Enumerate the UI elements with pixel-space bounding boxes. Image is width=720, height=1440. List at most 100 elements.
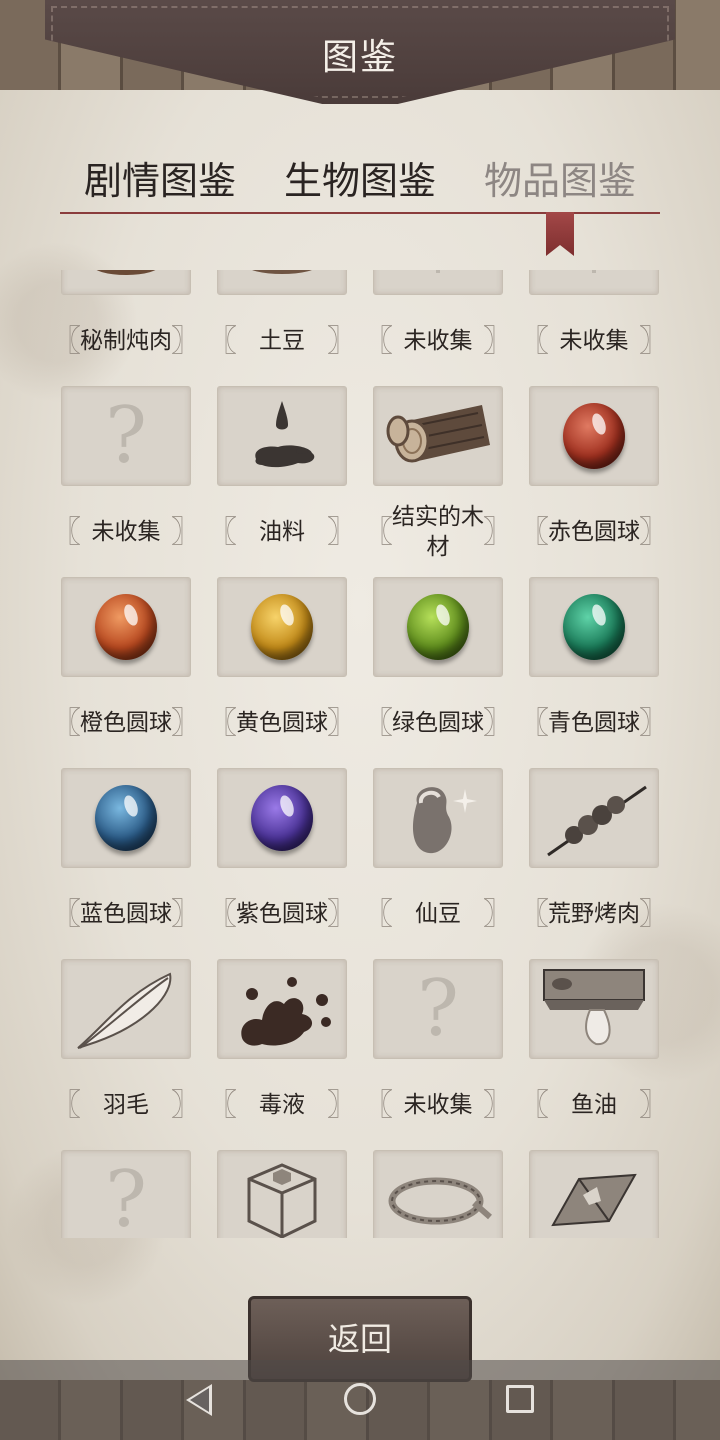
item-label: 荒野烤肉	[519, 884, 669, 944]
orange-orb-icon	[95, 594, 157, 660]
item-cell[interactable]: 荒野烤肉	[519, 768, 669, 958]
item-label: 油料	[207, 502, 357, 562]
item-cell[interactable]: 蓝色圆球	[51, 768, 201, 958]
item-slot	[373, 386, 503, 486]
blue-orb-icon	[95, 785, 157, 851]
oil-drop-icon	[255, 401, 315, 468]
item-label: 未收集	[363, 311, 513, 371]
item-cell[interactable]: 紫色圆球	[207, 768, 357, 958]
item-label: 青色圆球	[519, 693, 669, 753]
item-grid[interactable]: 秘制炖肉 土豆 未收集 未收集 ? 未收集 油料	[0, 270, 720, 1238]
item-cell[interactable]: 土豆	[207, 270, 357, 385]
item-cell[interactable]: 赤色圆球	[519, 386, 669, 576]
item-label: 羽毛	[51, 1075, 201, 1135]
item-cell[interactable]: 橙色圆球	[51, 577, 201, 767]
potato-icon	[252, 270, 312, 274]
item-cell[interactable]: 油料	[207, 386, 357, 576]
item-slot	[529, 270, 659, 295]
item-label: 鱼油	[519, 1075, 669, 1135]
item-slot	[217, 270, 347, 295]
item-slot	[217, 1150, 347, 1238]
cyan-orb-icon	[563, 594, 625, 660]
question-mark-icon: ?	[417, 964, 459, 1054]
fish-oil-icon	[543, 969, 645, 1046]
item-cell[interactable]: 绿色圆球	[363, 577, 513, 767]
item-slot: ?	[61, 1150, 191, 1238]
item-slot	[61, 577, 191, 677]
item-label: 仙豆	[363, 884, 513, 944]
item-cell[interactable]: 未收集	[519, 270, 669, 385]
stew-icon	[96, 270, 156, 275]
item-slot	[217, 577, 347, 677]
item-label: 蓝色圆球	[51, 884, 201, 944]
question-mark-icon: ?	[105, 1155, 147, 1238]
skewer-icon	[547, 785, 647, 857]
item-cell[interactable]	[373, 1150, 503, 1238]
item-label: 未收集	[363, 1075, 513, 1135]
item-cell[interactable]: 未收集	[363, 270, 513, 385]
item-label: 土豆	[207, 311, 357, 371]
system-navigation-bar	[0, 1360, 720, 1440]
rope-icon	[388, 1177, 492, 1225]
tab-story[interactable]: 剧情图鉴	[75, 150, 245, 205]
item-slot	[529, 1150, 659, 1238]
item-slot	[529, 577, 659, 677]
item-label: 未收集	[51, 502, 201, 562]
item-slot: ?	[373, 959, 503, 1059]
item-label: 紫色圆球	[207, 884, 357, 944]
item-label: 结实的木材	[363, 502, 513, 562]
nav-back-icon[interactable]	[186, 1384, 212, 1416]
item-cell[interactable]: 毒液	[207, 959, 357, 1149]
green-orb-icon	[407, 594, 469, 660]
item-label: 秘制炖肉	[51, 311, 201, 371]
item-cell[interactable]: 结实的木材	[363, 386, 513, 576]
feather-icon	[77, 972, 172, 1049]
item-slot	[61, 768, 191, 868]
item-cell[interactable]: 青色圆球	[519, 577, 669, 767]
unknown-icon	[592, 270, 596, 273]
item-slot	[61, 270, 191, 295]
item-cell[interactable]: ? 未收集	[363, 959, 513, 1149]
item-slot	[217, 386, 347, 486]
purple-orb-icon	[251, 785, 313, 851]
item-cell[interactable]: 鱼油	[519, 959, 669, 1149]
item-cell[interactable]: ? 未收集	[51, 386, 201, 576]
unknown-icon	[436, 270, 440, 273]
item-cell[interactable]: 羽毛	[51, 959, 201, 1149]
item-cell[interactable]: 仙豆	[363, 768, 513, 958]
item-label: 绿色圆球	[363, 693, 513, 753]
venom-splat-icon	[241, 977, 331, 1046]
item-slot	[373, 1150, 503, 1238]
item-cell[interactable]: 黄色圆球	[207, 577, 357, 767]
item-slot	[529, 959, 659, 1059]
stone-box-icon	[247, 1163, 317, 1238]
item-label: 赤色圆球	[519, 502, 669, 562]
item-slot	[217, 959, 347, 1059]
item-cell[interactable]	[217, 1150, 347, 1238]
item-slot	[373, 768, 503, 868]
log-icon	[386, 405, 490, 463]
item-cell[interactable]: ?	[61, 1150, 191, 1238]
nav-home-icon[interactable]	[344, 1383, 376, 1415]
nav-recents-icon[interactable]	[506, 1385, 534, 1413]
metal-shard-icon	[551, 1173, 637, 1227]
item-slot	[373, 577, 503, 677]
item-slot	[61, 959, 191, 1059]
page-title: 图鉴	[321, 37, 398, 78]
tab-items[interactable]: 物品图鉴	[475, 150, 645, 205]
question-mark-icon: ?	[105, 391, 147, 481]
item-cell[interactable]: 秘制炖肉	[51, 270, 201, 385]
item-slot	[373, 270, 503, 295]
item-slot: ?	[61, 386, 191, 486]
item-label: 橙色圆球	[51, 693, 201, 753]
item-label: 毒液	[207, 1075, 357, 1135]
item-slot	[217, 768, 347, 868]
yellow-orb-icon	[251, 594, 313, 660]
item-cell[interactable]	[529, 1150, 659, 1238]
item-slot	[529, 768, 659, 868]
item-label: 未收集	[519, 311, 669, 371]
tab-bar: 剧情图鉴 生物图鉴 物品图鉴	[60, 150, 660, 216]
item-label: 黄色圆球	[207, 693, 357, 753]
tab-creatures[interactable]: 生物图鉴	[275, 150, 445, 205]
item-slot	[529, 386, 659, 486]
